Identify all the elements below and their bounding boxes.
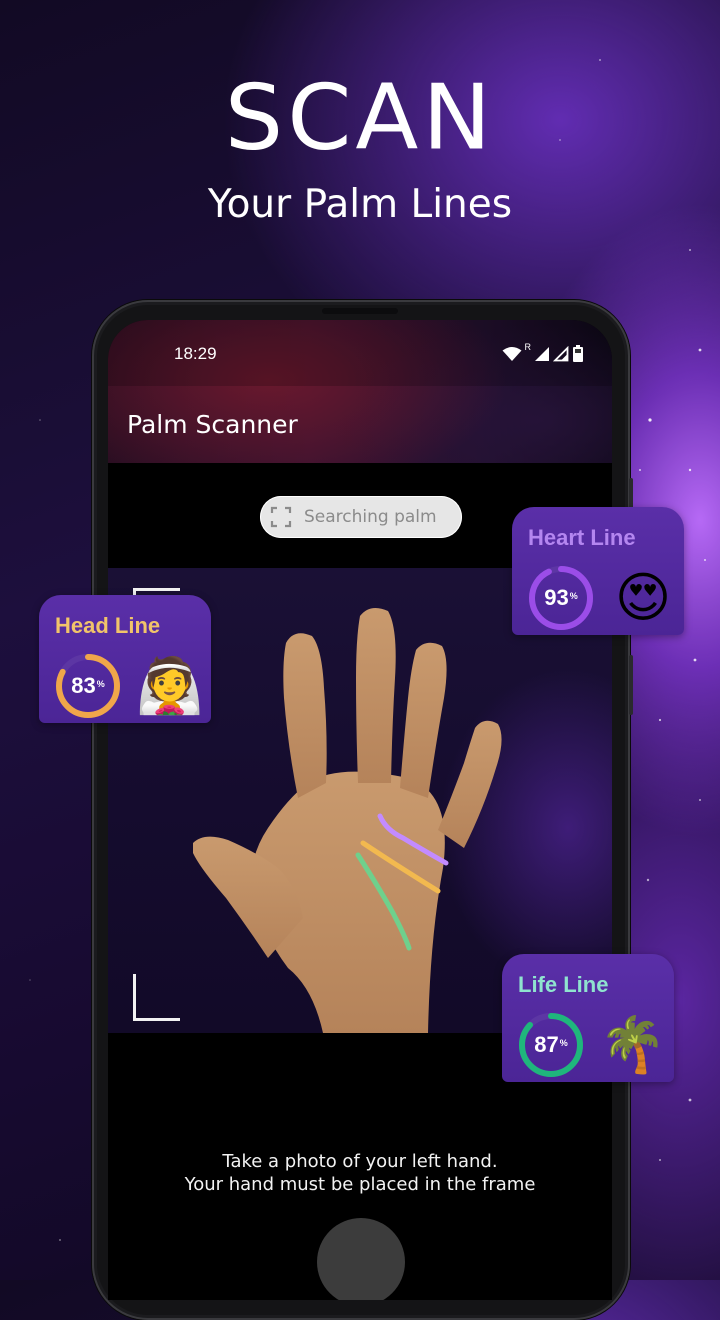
promo-subheadline: Your Palm Lines [207,182,513,227]
heart-percent-value: 93 [544,585,569,610]
promo-headline: SCAN [224,65,496,170]
scan-status-pill: Searching palm [260,496,462,538]
head-line-card[interactable]: Head Line 83% 👰 [39,595,211,723]
heart-line-card[interactable]: Heart Line 93% 😍 [512,507,684,635]
instructions-line-1: Take a photo of your left hand. [222,1151,498,1172]
instructions: Take a photo of your left hand. Your han… [108,1150,612,1196]
phone-earpiece [322,308,398,314]
life-percent-value: 87 [534,1032,559,1057]
head-percent: 83% [53,651,123,721]
percent-sign: % [569,591,578,601]
head-percent-value: 83 [71,673,96,698]
life-line-card[interactable]: Life Line 87% 🌴 [502,954,674,1082]
wifi-icon [502,347,521,361]
life-percent: 87% [516,1010,586,1080]
app-title: Palm Scanner [127,410,298,439]
card-title: Life Line [518,972,609,997]
roaming-indicator: R [524,342,532,352]
heart-eyes-emoji: 😍 [614,568,672,628]
card-title: Head Line [55,613,161,638]
phone-side-button [629,655,633,715]
card-title: Heart Line [528,525,636,550]
percent-sign: % [559,1038,568,1048]
heart-percent: 93% [526,563,596,633]
palm-tree-emoji: 🌴 [599,1015,667,1075]
instructions-line-2: Your hand must be placed in the frame [184,1174,536,1195]
signal-outline-icon [553,346,569,362]
battery-icon [573,345,583,362]
percent-sign: % [96,679,105,689]
scan-frame-icon [270,506,292,528]
app-bar: 18:29 R Palm Scanner [108,320,612,463]
status-icons: R [502,342,585,364]
scan-status-text: Searching palm [304,507,437,527]
phone-screen: 18:29 R Palm Scanner Searching palm Take… [108,320,612,1300]
shutter-button[interactable] [317,1218,405,1300]
bride-emoji: 👰 [136,656,204,716]
status-time: 18:29 [174,344,217,363]
signal-full-icon [535,347,549,361]
